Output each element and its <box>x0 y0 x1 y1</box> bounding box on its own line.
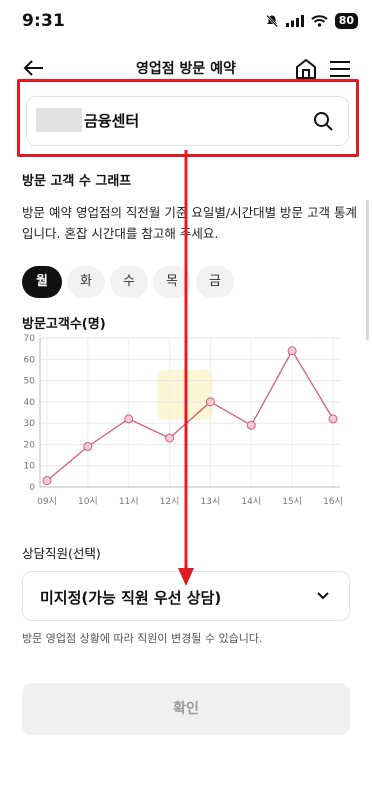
battery-level: 80 <box>334 13 358 29</box>
wifi-icon <box>311 15 328 27</box>
chevron-down-icon[interactable] <box>315 589 331 603</box>
data-point <box>124 414 134 424</box>
data-point <box>205 397 215 407</box>
scrollbar[interactable] <box>366 200 369 340</box>
data-point <box>287 346 297 356</box>
y-tick-label: 0 <box>29 483 35 493</box>
status-indicators: 80 <box>265 12 358 30</box>
y-tick-label: 20 <box>24 440 36 450</box>
tab-day[interactable]: 화 <box>67 266 105 298</box>
annotation-arrow <box>178 150 194 586</box>
signal-icon <box>285 15 304 27</box>
x-tick-label: 10시 <box>78 496 98 507</box>
tab-day[interactable]: 월 <box>22 266 62 298</box>
tab-day[interactable]: 금 <box>196 266 234 298</box>
y-tick-label: 30 <box>24 419 36 429</box>
data-point <box>83 442 93 452</box>
x-tick-label: 13시 <box>201 496 221 507</box>
tab-day[interactable]: 수 <box>110 266 148 298</box>
counselor-label: 상담직원(선택) <box>22 546 101 561</box>
data-point <box>42 476 52 486</box>
data-point <box>246 420 256 430</box>
counselor-select-value: 미지정(가능 직원 우선 상담) <box>40 589 222 607</box>
y-tick-label: 10 <box>24 462 36 472</box>
data-point <box>165 433 175 443</box>
section-title: 방문 고객 수 그래프 <box>22 174 132 189</box>
x-tick-label: 14시 <box>241 496 261 507</box>
x-tick-label: 09시 <box>37 496 57 507</box>
menu-icon[interactable] <box>327 57 353 81</box>
y-tick-label: 70 <box>24 334 36 344</box>
x-tick-label: 11시 <box>119 496 139 507</box>
y-tick-label: 40 <box>24 398 36 408</box>
silent-bell-icon <box>265 14 278 28</box>
highlight-annotation-box <box>17 79 359 157</box>
counselor-helper-text: 방문 영업점 상황에 따라 직원이 변경될 수 있습니다. <box>22 632 263 645</box>
y-tick-label: 60 <box>24 355 36 365</box>
data-point <box>328 414 338 424</box>
x-tick-label: 15시 <box>282 496 302 507</box>
y-tick-label: 50 <box>24 377 36 387</box>
x-tick-label: 16시 <box>323 496 343 507</box>
confirm-button[interactable]: 확인 <box>22 683 350 735</box>
status-time: 9:31 <box>22 11 66 31</box>
